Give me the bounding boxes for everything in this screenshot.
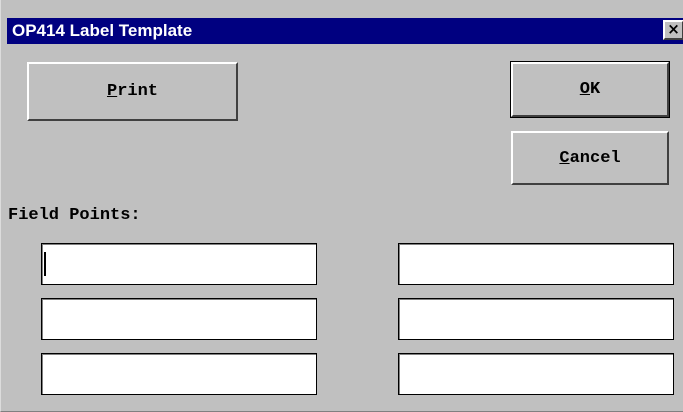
cancel-mnemonic: C [559, 148, 570, 168]
print-mnemonic: P [106, 82, 118, 101]
ok-mnemonic: O [579, 80, 590, 99]
text-caret [44, 252, 46, 276]
dialog-window: OP414 Label Template × Print OK Cancel F… [0, 0, 683, 412]
print-button[interactable]: Print [27, 62, 238, 121]
cancel-button[interactable]: Cancel [511, 131, 669, 185]
field-point-input-2[interactable] [41, 298, 317, 340]
window-title: OP414 Label Template [12, 21, 193, 40]
field-point-input-6[interactable] [398, 353, 674, 395]
close-icon: × [667, 20, 680, 38]
field-point-input-4[interactable] [398, 243, 674, 285]
field-points-label: Field Points: [8, 206, 141, 225]
ok-label: K [590, 80, 601, 99]
field-point-input-5[interactable] [398, 298, 674, 340]
ok-button[interactable]: OK [510, 61, 670, 118]
cancel-label: ancel [569, 148, 621, 168]
title-bar[interactable]: OP414 Label Template × [7, 18, 683, 44]
field-point-input-1[interactable] [41, 243, 317, 285]
close-button[interactable]: × [663, 20, 683, 40]
field-point-input-3[interactable] [41, 353, 317, 395]
print-label: rint [117, 82, 158, 101]
